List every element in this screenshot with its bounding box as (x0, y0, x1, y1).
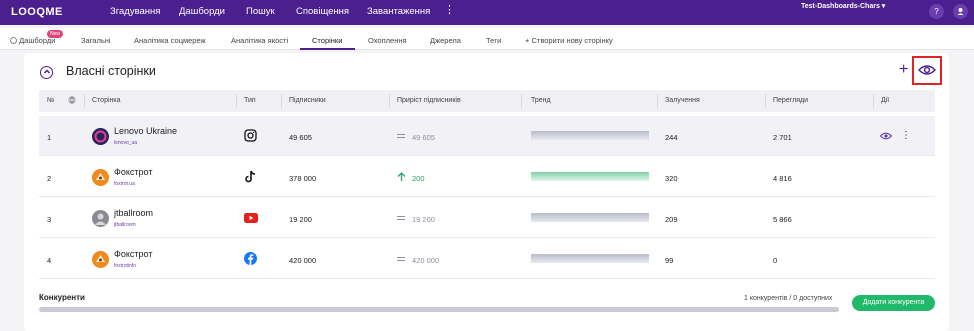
active-tab-indicator (300, 48, 355, 50)
row-number: 3 (47, 215, 52, 224)
add-competitor-button[interactable]: Додати конкурента (852, 295, 935, 311)
equal-icon (397, 134, 405, 138)
more-menu-icon[interactable]: ⋮ (444, 3, 455, 16)
col-actions: Дії (881, 97, 890, 104)
competitors-title: Конкуренти (39, 293, 85, 302)
youtube-icon (244, 213, 258, 225)
highlight-box (912, 56, 942, 85)
page-handle: foxtrotinfo (114, 263, 136, 269)
row-number: 2 (47, 174, 52, 183)
page-name[interactable]: Фокстрот (114, 167, 152, 177)
col-followers: Підписники (289, 97, 326, 104)
nav-downloads[interactable]: Завантаження (367, 6, 430, 17)
column-divider (236, 94, 237, 108)
nav-dashboards[interactable]: Дашборди (179, 6, 225, 17)
page-name[interactable]: Lenovo Ukraine (114, 126, 177, 136)
engagement-value: 244 (665, 133, 678, 142)
tab-reach[interactable]: Охоплення (368, 36, 407, 45)
column-divider (389, 94, 390, 108)
growth-value: 200 (412, 174, 425, 183)
tab-pages[interactable]: Сторінки (312, 36, 342, 45)
app-logo[interactable]: LOOQME (11, 6, 63, 18)
collapse-chevron-icon[interactable] (40, 66, 53, 79)
avatar (92, 128, 109, 145)
views-value: 2 701 (773, 133, 792, 142)
col-type: Тип (244, 97, 256, 104)
views-value: 4 816 (773, 174, 792, 183)
tab-sources[interactable]: Джерела (430, 36, 461, 45)
trend-sparkline (531, 254, 649, 263)
add-page-button[interactable]: + (899, 61, 908, 79)
help-icon[interactable]: ? (929, 4, 944, 19)
followers-value: 378 000 (289, 174, 317, 183)
column-divider (657, 94, 658, 108)
growth-value: 420 000 (412, 256, 440, 265)
section-title: Власні сторінки (66, 64, 156, 78)
followers-value: 19 200 (289, 215, 312, 224)
competitors-count: 1 конкурентів / 0 доступних (744, 295, 833, 302)
views-value: 0 (773, 256, 778, 265)
column-divider (281, 94, 282, 108)
table-row[interactable] (39, 157, 935, 197)
page-name[interactable]: jtballroom (114, 208, 153, 218)
col-page: Сторінка (92, 97, 121, 104)
followers-value: 420 000 (289, 256, 317, 265)
equal-icon (397, 257, 405, 261)
tiktok-icon (245, 170, 257, 185)
top-navbar: LOOQME Згадування Дашборди Пошук Сповіще… (0, 0, 974, 25)
tab-social-analytics[interactable]: Аналітика соцмереж (134, 36, 206, 45)
growth-value: 49 605 (412, 133, 435, 142)
col-engagement: Залучення (665, 97, 700, 104)
column-divider (521, 94, 522, 108)
nav-notifications[interactable]: Сповіщення (296, 6, 349, 17)
table-row[interactable] (39, 239, 935, 279)
equal-icon (397, 216, 405, 220)
engagement-value: 99 (665, 256, 674, 265)
instagram-icon (244, 129, 257, 144)
horizontal-scrollbar[interactable] (39, 307, 839, 312)
avatar (92, 169, 109, 186)
engagement-value: 320 (665, 174, 678, 183)
row-number: 4 (47, 256, 52, 265)
avatar (92, 210, 109, 227)
col-growth: Приріст підписників (397, 97, 461, 104)
table-row[interactable] (39, 198, 935, 238)
table-row[interactable] (39, 116, 935, 156)
tab-tags[interactable]: Теги (486, 36, 501, 45)
tab-quality-analytics[interactable]: Аналітика якості (231, 36, 288, 45)
row-number: 1 (47, 133, 52, 142)
avatar (92, 251, 109, 268)
column-divider (765, 94, 766, 108)
page-handle: foxtrot.ua (114, 181, 135, 187)
views-value: 5 866 (773, 215, 792, 224)
trend-sparkline (531, 213, 649, 222)
dashboard-selector[interactable]: Test-Dashboards-Chars ▾ (801, 2, 885, 10)
page-handle: lenovo_ua (114, 140, 138, 146)
growth-value: 19 200 (412, 215, 435, 224)
page-name[interactable]: Фокстрот (114, 249, 152, 259)
tab-general[interactable]: Загальні (81, 36, 111, 45)
dashboard-tabs: Дашборди Загальні Аналітика соцмереж Ана… (0, 28, 974, 50)
arrow-up-icon (397, 172, 406, 184)
column-divider (84, 94, 85, 108)
user-avatar-icon[interactable] (953, 4, 968, 19)
engagement-value: 209 (665, 215, 678, 224)
column-divider (873, 94, 874, 108)
nav-search[interactable]: Пошук (246, 6, 275, 17)
row-menu-icon[interactable]: ⋮ (901, 130, 911, 141)
facebook-icon (244, 252, 257, 267)
nav-mentions[interactable]: Згадування (110, 6, 160, 17)
trend-sparkline (531, 131, 649, 140)
sort-icon[interactable] (68, 95, 76, 107)
clock-icon (10, 37, 17, 44)
view-eye-icon[interactable] (879, 132, 893, 142)
col-num: № (47, 97, 55, 104)
create-page-tab[interactable]: + Створити нову сторінку (525, 36, 613, 45)
followers-value: 49 605 (289, 133, 312, 142)
page-handle: jtballroom (114, 222, 136, 228)
col-views: Перегляди (773, 97, 808, 104)
col-trend: Тренд (531, 97, 551, 104)
new-badge: New (47, 30, 64, 38)
trend-sparkline (531, 172, 649, 181)
